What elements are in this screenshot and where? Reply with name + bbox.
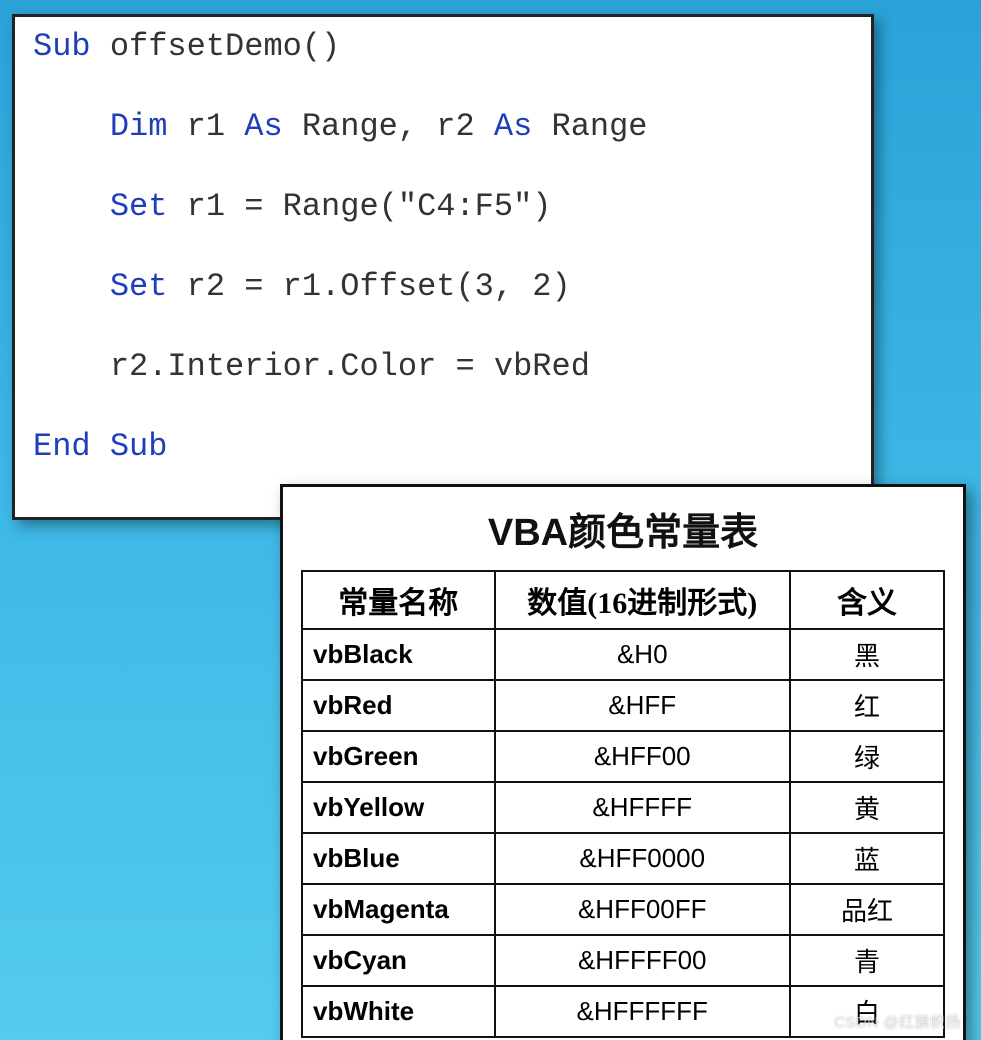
keyword-as: As <box>494 108 532 145</box>
keyword-dim: Dim <box>33 108 167 145</box>
code-block: Sub offsetDemo() Dim r1 As Range, r2 As … <box>12 14 874 520</box>
table-row: vbBlue &HFF0000 蓝 <box>302 833 944 884</box>
keyword-as: As <box>244 108 282 145</box>
keyword-set: Set <box>33 188 167 225</box>
header-meaning: 含义 <box>790 571 944 629</box>
code-text: offsetDemo() <box>91 28 341 65</box>
code-text: Range, r2 <box>283 108 494 145</box>
cell-name: vbRed <box>302 680 495 731</box>
code-line-2: Dim r1 As Range, r2 As Range <box>33 111 853 143</box>
code-line-5: r2.Interior.Color = vbRed <box>33 351 853 383</box>
cell-hex: &HFFFF <box>495 782 790 833</box>
cell-hex: &HFF0000 <box>495 833 790 884</box>
table-row: vbMagenta &HFF00FF 品红 <box>302 884 944 935</box>
cell-meaning: 蓝 <box>790 833 944 884</box>
table-row: vbGreen &HFF00 绿 <box>302 731 944 782</box>
header-name: 常量名称 <box>302 571 495 629</box>
cell-name: vbBlue <box>302 833 495 884</box>
watermark: CSDN @红旗帜扬 <box>834 1011 961 1032</box>
code-text: r1 <box>167 108 244 145</box>
table-title: VBA颜色常量表 <box>301 501 945 556</box>
code-text: r1 = Range("C4:F5") <box>167 188 551 225</box>
cell-meaning: 绿 <box>790 731 944 782</box>
cell-meaning: 红 <box>790 680 944 731</box>
cell-name: vbMagenta <box>302 884 495 935</box>
cell-meaning: 青 <box>790 935 944 986</box>
cell-hex: &H0 <box>495 629 790 680</box>
cell-name: vbWhite <box>302 986 495 1037</box>
cell-name: vbBlack <box>302 629 495 680</box>
table-row: vbBlack &H0 黑 <box>302 629 944 680</box>
cell-meaning: 品红 <box>790 884 944 935</box>
table-row: vbRed &HFF 红 <box>302 680 944 731</box>
cell-name: vbYellow <box>302 782 495 833</box>
table-row: vbYellow &HFFFF 黄 <box>302 782 944 833</box>
keyword-sub: Sub <box>33 28 91 65</box>
cell-meaning: 黄 <box>790 782 944 833</box>
cell-name: vbGreen <box>302 731 495 782</box>
code-line-6: End Sub <box>33 431 853 463</box>
code-line-4: Set r2 = r1.Offset(3, 2) <box>33 271 853 303</box>
cell-hex: &HFF <box>495 680 790 731</box>
table-header-row: 常量名称 数值(16进制形式) 含义 <box>302 571 944 629</box>
cell-hex: &HFFFF00 <box>495 935 790 986</box>
color-constants-table: 常量名称 数值(16进制形式) 含义 vbBlack &H0 黑 vbRed &… <box>301 570 945 1038</box>
keyword-set: Set <box>33 268 167 305</box>
code-line-1: Sub offsetDemo() <box>33 31 853 63</box>
header-hex: 数值(16进制形式) <box>495 571 790 629</box>
code-text: r2 = r1.Offset(3, 2) <box>167 268 570 305</box>
code-text: Range <box>532 108 647 145</box>
cell-meaning: 黑 <box>790 629 944 680</box>
code-line-3: Set r1 = Range("C4:F5") <box>33 191 853 223</box>
color-constants-card: VBA颜色常量表 常量名称 数值(16进制形式) 含义 vbBlack &H0 … <box>280 484 966 1040</box>
cell-hex: &HFFFFFF <box>495 986 790 1037</box>
cell-name: vbCyan <box>302 935 495 986</box>
cell-hex: &HFF00 <box>495 731 790 782</box>
cell-hex: &HFF00FF <box>495 884 790 935</box>
table-row: vbCyan &HFFFF00 青 <box>302 935 944 986</box>
